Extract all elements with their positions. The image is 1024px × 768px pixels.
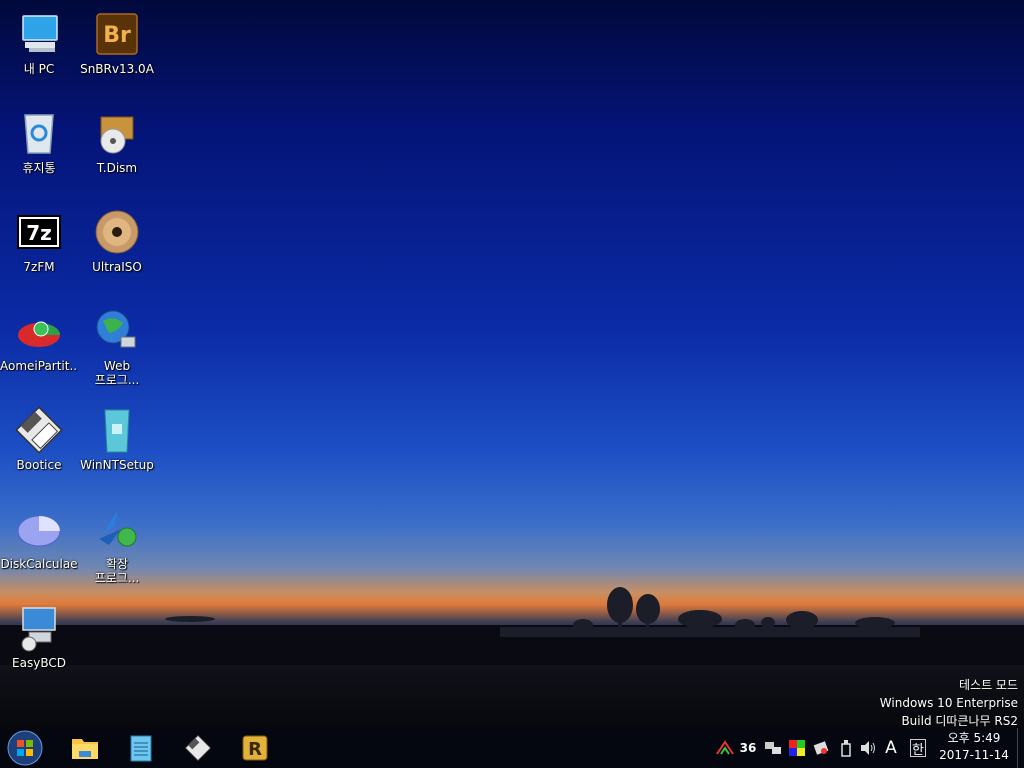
- start-button[interactable]: [4, 730, 46, 766]
- desktop-icon-label: T.Dism: [96, 161, 138, 175]
- clock-date: 2017-11-14: [939, 748, 1009, 762]
- show-desktop-button[interactable]: [1017, 728, 1024, 768]
- desktop-icon-diskcalculae[interactable]: DiskCalculae: [0, 501, 78, 593]
- tray-ime-language[interactable]: 한: [910, 739, 926, 758]
- desktop-icon-extensions[interactable]: 확장 프로그...: [78, 501, 156, 593]
- desktop-icon-aomei-partition[interactable]: AomeiPartit...: [0, 303, 78, 395]
- desktop-icon-tdism[interactable]: T.Dism: [78, 105, 156, 197]
- desktop-icon-snbr[interactable]: Br SnBRv13.0A: [78, 6, 156, 98]
- computer-icon: [15, 10, 63, 58]
- globe-network-icon: [93, 307, 141, 355]
- svg-text:Br: Br: [103, 23, 131, 48]
- watermark-line-edition: Windows 10 Enterprise: [879, 696, 1018, 710]
- tray-volume-icon[interactable]: [858, 738, 878, 758]
- desktop-icon-label: Bootice: [16, 458, 62, 472]
- desktop-icon-label: SnBRv13.0A: [80, 62, 154, 76]
- desktop-icon-label: EasyBCD: [12, 656, 66, 670]
- disk-pie-icon: [15, 505, 63, 553]
- clock-time: 오후 5:49: [947, 731, 1001, 745]
- desktop-icon-label: 7zFM: [23, 260, 55, 274]
- taskbar-notepad[interactable]: [120, 731, 162, 765]
- desktop-icon-label: DiskCalculae: [0, 557, 78, 571]
- desktop-icon-recycle-bin[interactable]: 휴지통: [0, 105, 78, 197]
- bridge-br-icon: Br: [93, 10, 141, 58]
- file-explorer-icon: [72, 739, 98, 759]
- desktop-icon-label: 확장 프로그...: [94, 557, 140, 585]
- taskbar-rufus[interactable]: R: [234, 731, 276, 765]
- tray-tool-icon[interactable]: [811, 738, 831, 758]
- desktop-icon-label: 휴지통: [22, 161, 56, 175]
- taskbar-clock[interactable]: 오후 5:49 2017-11-14: [934, 730, 1014, 764]
- tray-network-icon[interactable]: [763, 738, 783, 758]
- recycle-bin-icon: [15, 109, 63, 157]
- windows-setup-icon: [93, 406, 141, 454]
- svg-text:R: R: [248, 739, 262, 760]
- tray-usb-icon[interactable]: [836, 738, 856, 758]
- test-mode-watermark: 테스트 모드 Windows 10 Enterprise Build 디따큰나무…: [880, 676, 1018, 730]
- taskbar-file-explorer[interactable]: [64, 731, 106, 765]
- desktop-icon-bootice[interactable]: Bootice: [0, 402, 78, 494]
- desktop-icon-label: UltraISO: [92, 260, 142, 274]
- arrows-orb-icon: [93, 505, 141, 553]
- desktop-icon-my-pc[interactable]: 내 PC: [0, 6, 78, 98]
- desktop-icon-7zfm[interactable]: 7z 7zFM: [0, 204, 78, 296]
- desktop-icon-label: AomeiPartit...: [0, 359, 78, 373]
- svg-text:7z: 7z: [26, 221, 52, 245]
- tray-ime-mode[interactable]: A: [881, 738, 901, 758]
- disc-package-icon: [93, 109, 141, 157]
- rufus-icon: R: [242, 735, 268, 761]
- 7zip-icon: 7z: [15, 208, 63, 256]
- taskbar: R 36 A 한 오후 5:49 2017-11-14: [0, 728, 1024, 768]
- tray-color-icon[interactable]: [787, 738, 807, 758]
- taskbar-bootice[interactable]: [177, 731, 219, 765]
- partition-disk-icon: [15, 307, 63, 355]
- desktop-icon-winntsetup[interactable]: WinNTSetup: [78, 402, 156, 494]
- desktop-icon-label: WinNTSetup: [80, 458, 154, 472]
- computer-cd-icon: [15, 604, 63, 652]
- desktop-icon-easybcd[interactable]: EasyBCD: [0, 600, 78, 692]
- windows-orb-icon: [7, 730, 43, 766]
- watermark-line-mode: 테스트 모드: [958, 678, 1018, 692]
- cd-disc-icon: [93, 208, 141, 256]
- desktop-icon-label: Web 프로그...: [94, 359, 140, 387]
- tray-network-up-icon[interactable]: [715, 738, 735, 758]
- desktop-icon-web-programs[interactable]: Web 프로그...: [78, 303, 156, 395]
- notepad-icon: [130, 735, 152, 762]
- desktop-icon-ultraiso[interactable]: UltraISO: [78, 204, 156, 296]
- desktop-icon-label: 내 PC: [23, 62, 55, 76]
- floppy-disk-icon: [15, 406, 63, 454]
- tray-number-badge[interactable]: 36: [738, 738, 758, 758]
- bootice-icon: [184, 734, 212, 762]
